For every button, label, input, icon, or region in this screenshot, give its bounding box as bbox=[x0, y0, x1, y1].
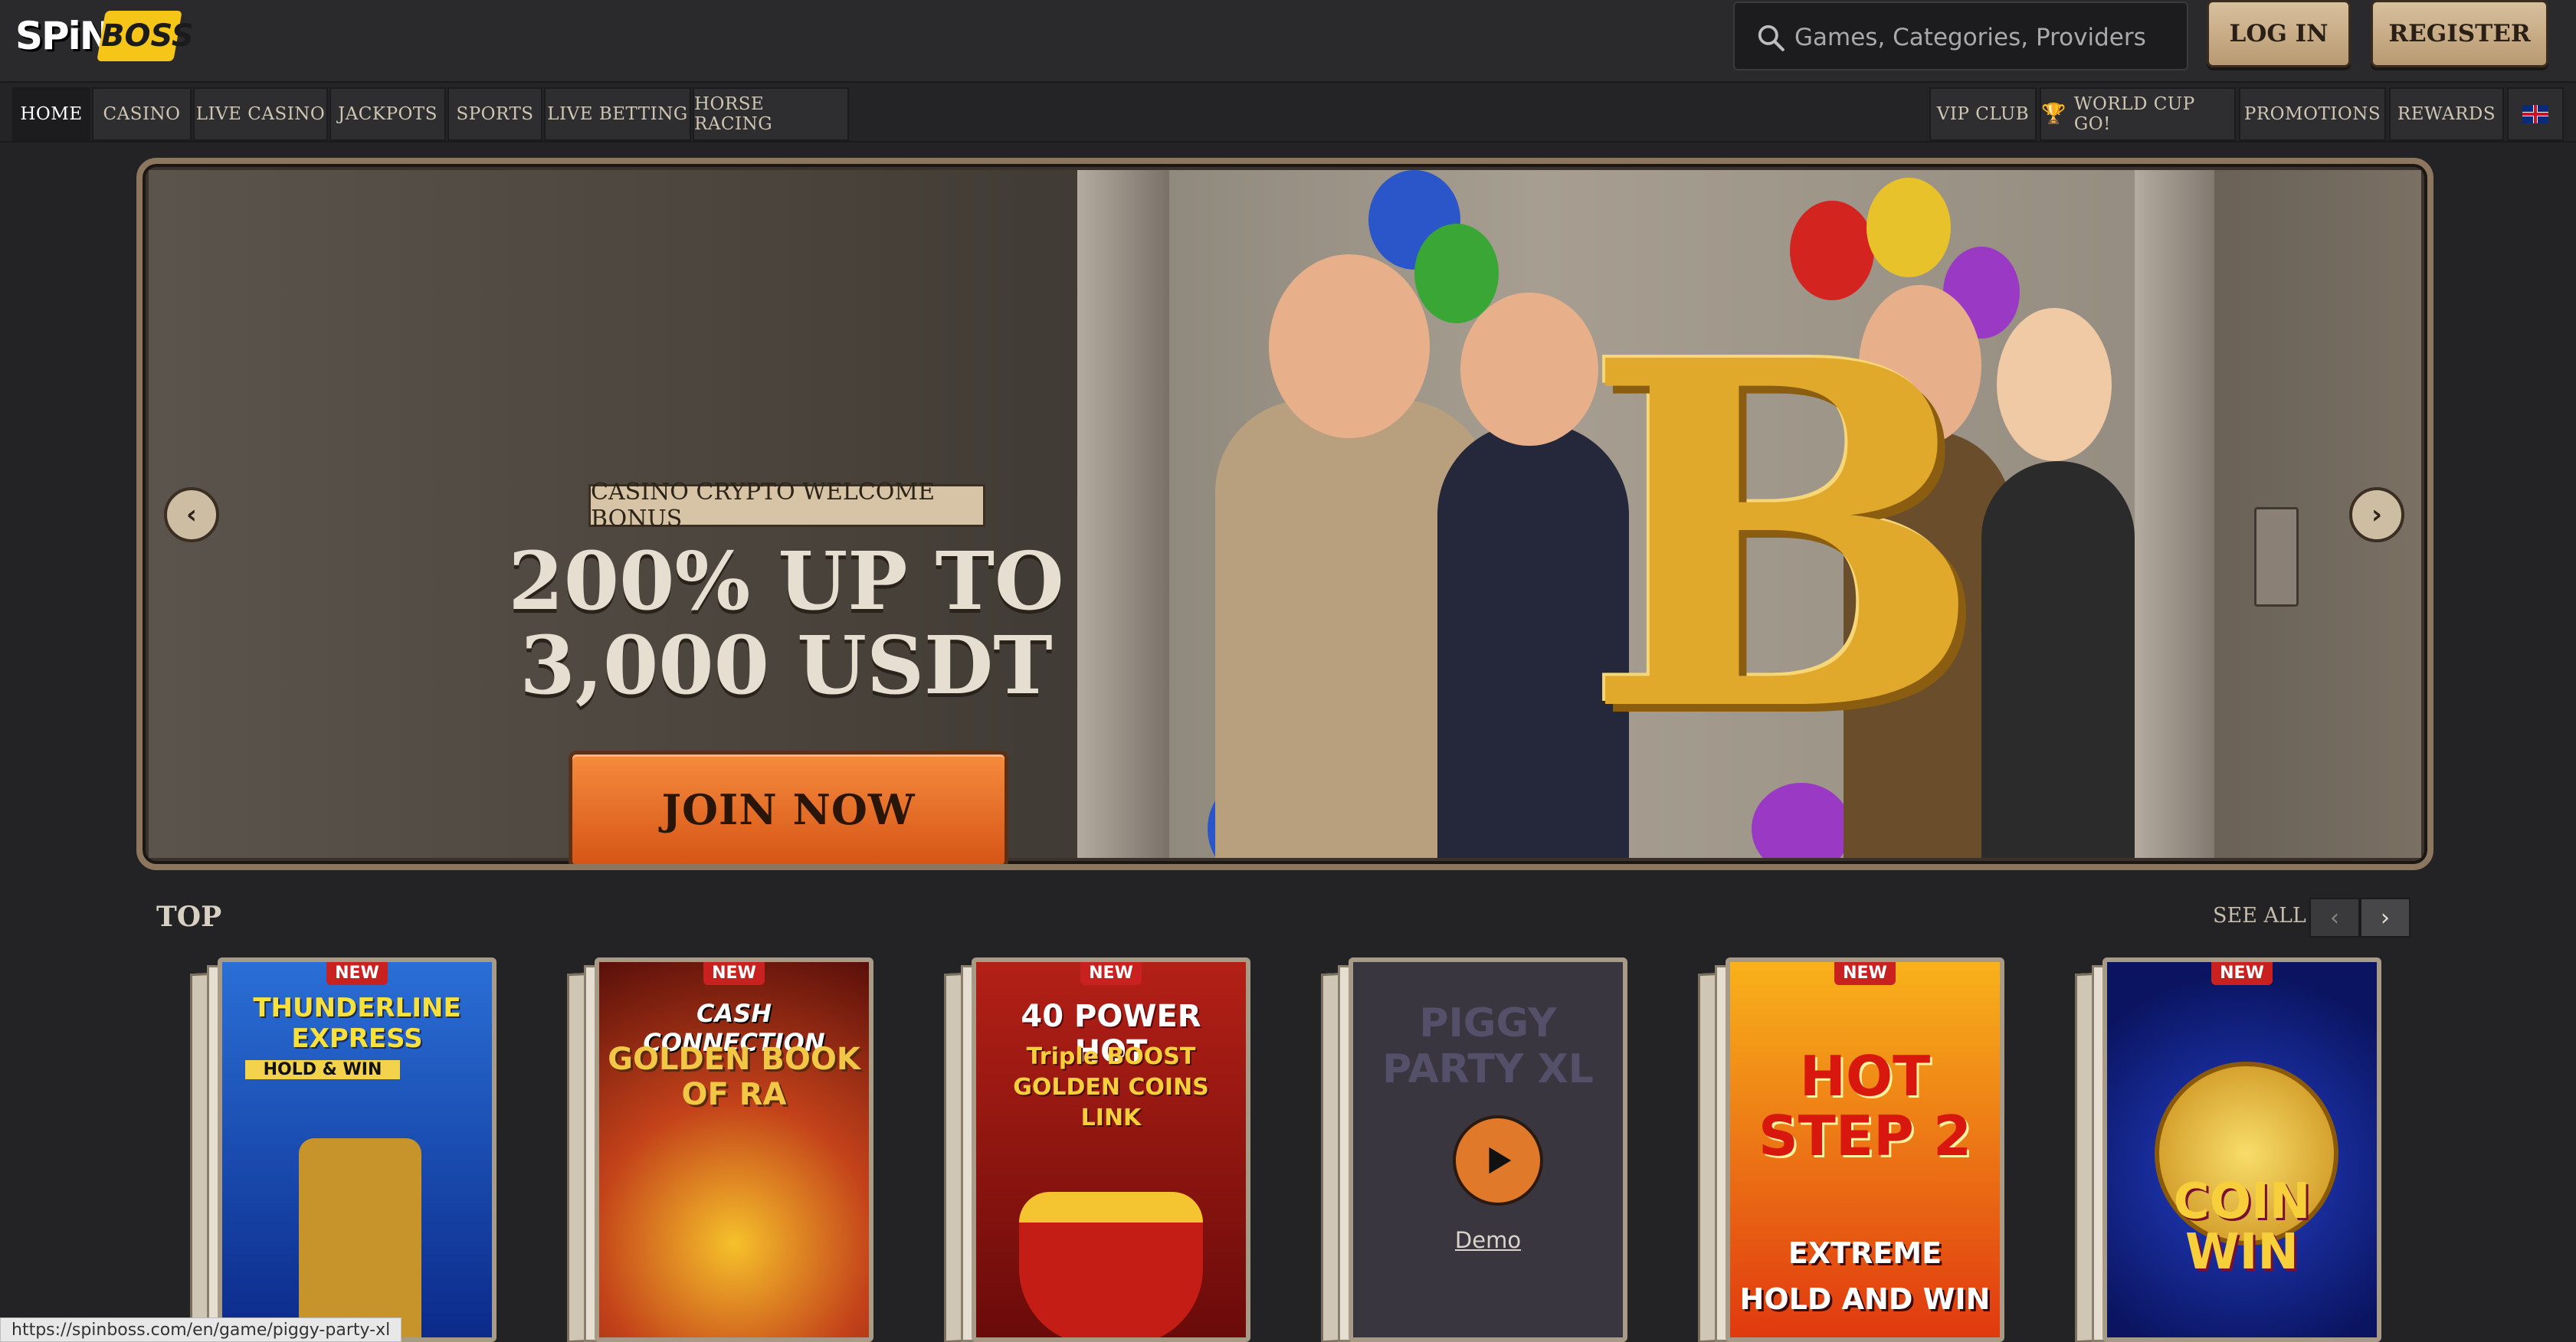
bitcoin-icon: B bbox=[1583, 259, 1985, 817]
top-pager: ‹ › bbox=[2309, 898, 2414, 938]
hero-headline-line1: 200% UP TO bbox=[508, 534, 1064, 628]
main-nav: HOME CASINO LIVE CASINO JACKPOTS SPORTS … bbox=[0, 84, 2576, 142]
logo-spin-text: SPiN bbox=[15, 14, 112, 58]
game-subtitle: GOLDEN BOOK OF RA bbox=[608, 1042, 860, 1112]
header: SPiN BOSS LOG IN REGISTER bbox=[0, 0, 2576, 83]
hero-next-arrow[interactable]: › bbox=[2349, 487, 2404, 542]
game-card[interactable]: NEW THUNDERLINE EXPRESS HOLD & WIN bbox=[190, 957, 497, 1342]
logo-boss-badge: BOSS bbox=[97, 11, 194, 61]
game-thumbnail-40-power-hot[interactable]: NEW 40 POWER HOT Triple BOOST GOLDEN COI… bbox=[972, 957, 1250, 1342]
character-head bbox=[1997, 308, 2112, 461]
hero-headline-line2: 3,000 USDT bbox=[519, 618, 1053, 712]
status-bar-url: https://spinboss.com/en/game/piggy-party… bbox=[0, 1317, 402, 1342]
chevron-left-icon: ‹ bbox=[185, 499, 197, 530]
new-badge: NEW bbox=[1834, 962, 1896, 985]
train-illustration bbox=[299, 1138, 421, 1337]
nav-world-cup-label: WORLD CUP GO! bbox=[2073, 94, 2195, 134]
section-title-top: TOP bbox=[156, 901, 222, 933]
game-thumbnail-thunderline[interactable]: NEW THUNDERLINE EXPRESS HOLD & WIN bbox=[218, 957, 497, 1342]
game-thumbnail-hot-step-2[interactable]: NEW HOT STEP 2 EXTREME HOLD AND WIN bbox=[1726, 957, 2004, 1342]
new-badge: NEW bbox=[703, 962, 765, 985]
game-subtitle: HOLD & WIN bbox=[245, 1060, 400, 1079]
trophy-icon: 🏆 bbox=[2041, 103, 2066, 126]
hero-elevator-illustration: B bbox=[1077, 170, 2227, 858]
demo-link[interactable]: Demo bbox=[1353, 1227, 1623, 1253]
chevron-right-icon: › bbox=[2371, 499, 2382, 530]
nav-promotions[interactable]: PROMOTIONS bbox=[2239, 87, 2386, 141]
nav-jackpots[interactable]: JACKPOTS bbox=[329, 87, 446, 141]
game-title: THUNDERLINE EXPRESS bbox=[253, 993, 461, 1054]
top-next-button[interactable]: › bbox=[2360, 898, 2410, 938]
character-head bbox=[1269, 254, 1430, 438]
language-selector[interactable] bbox=[2507, 87, 2564, 141]
game-title: HOT STEP 2 bbox=[1758, 1044, 1972, 1168]
game-thumbnail-coin-win[interactable]: NEW COIN WIN bbox=[2102, 957, 2381, 1342]
spinboss-logo[interactable]: SPiN BOSS bbox=[15, 6, 194, 67]
game-thumbnail-piggy-party-xl[interactable]: PIGGY PARTY XL Demo bbox=[1349, 957, 1627, 1342]
nav-sports[interactable]: SPORTS bbox=[447, 87, 542, 141]
nav-home[interactable]: HOME bbox=[12, 87, 90, 141]
nav-rewards[interactable]: REWARDS bbox=[2389, 87, 2504, 141]
nav-vip-club[interactable]: VIP CLUB bbox=[1929, 87, 2037, 141]
nav-live-casino[interactable]: LIVE CASINO bbox=[193, 87, 328, 141]
game-card[interactable]: NEW CASH CONNECTION GOLDEN BOOK OF RA bbox=[567, 957, 873, 1342]
nav-world-cup[interactable]: 🏆 WORLD CUP GO! bbox=[2040, 87, 2236, 141]
search-input[interactable] bbox=[1794, 17, 2170, 58]
hero-banner[interactable]: B CASINO CRYPTO WELCOME BONUS 200% UP TO… bbox=[136, 158, 2433, 870]
top-prev-button[interactable]: ‹ bbox=[2309, 898, 2360, 938]
game-title: COIN WIN bbox=[2173, 1173, 2311, 1281]
game-card[interactable]: NEW 40 POWER HOT Triple BOOST GOLDEN COI… bbox=[944, 957, 1250, 1342]
nav-casino[interactable]: CASINO bbox=[92, 87, 192, 141]
join-now-button[interactable]: JOIN NOW bbox=[569, 751, 1008, 864]
game-card[interactable]: PIGGY PARTY XL Demo bbox=[1321, 957, 1627, 1342]
search-box[interactable] bbox=[1733, 2, 2188, 70]
search-icon bbox=[1758, 25, 1785, 51]
see-all-link[interactable]: SEE ALL bbox=[2213, 904, 2306, 928]
new-badge: NEW bbox=[1080, 962, 1142, 985]
hero-headline: 200% UP TO 3,000 USDT bbox=[457, 539, 1116, 708]
login-button[interactable]: LOG IN bbox=[2207, 0, 2351, 67]
character-head bbox=[1460, 293, 1598, 446]
elevator-door-right bbox=[2135, 170, 2227, 858]
elevator-button-panel bbox=[2254, 507, 2299, 607]
uk-flag-icon bbox=[2522, 105, 2548, 123]
register-button[interactable]: REGISTER bbox=[2371, 0, 2548, 67]
play-icon bbox=[1489, 1147, 1512, 1174]
nav-live-betting[interactable]: LIVE BETTING bbox=[544, 87, 691, 141]
game-card[interactable]: NEW HOT STEP 2 EXTREME HOLD AND WIN bbox=[1698, 957, 2004, 1342]
play-button[interactable] bbox=[1453, 1115, 1543, 1206]
hero-prev-arrow[interactable]: ‹ bbox=[164, 487, 219, 542]
game-thumbnail-golden-book-of-ra[interactable]: NEW CASH CONNECTION GOLDEN BOOK OF RA bbox=[595, 957, 873, 1342]
elevator-door-left bbox=[1077, 170, 1169, 858]
game-title: PIGGY PARTY XL bbox=[1382, 1000, 1594, 1092]
character-woman bbox=[1981, 461, 2135, 858]
game-card[interactable]: NEW COIN WIN bbox=[2075, 957, 2381, 1342]
new-badge: NEW bbox=[326, 962, 388, 985]
game-subtitle: Triple BOOST GOLDEN COINS LINK bbox=[1013, 1043, 1209, 1131]
bonus-tag: CASINO CRYPTO WELCOME BONUS bbox=[588, 479, 985, 532]
gold-pot-illustration bbox=[1019, 1192, 1203, 1337]
nav-horse-racing[interactable]: HORSE RACING bbox=[693, 87, 849, 141]
game-subtitle: EXTREME HOLD AND WIN bbox=[1739, 1236, 1991, 1316]
new-badge: NEW bbox=[2211, 962, 2273, 985]
